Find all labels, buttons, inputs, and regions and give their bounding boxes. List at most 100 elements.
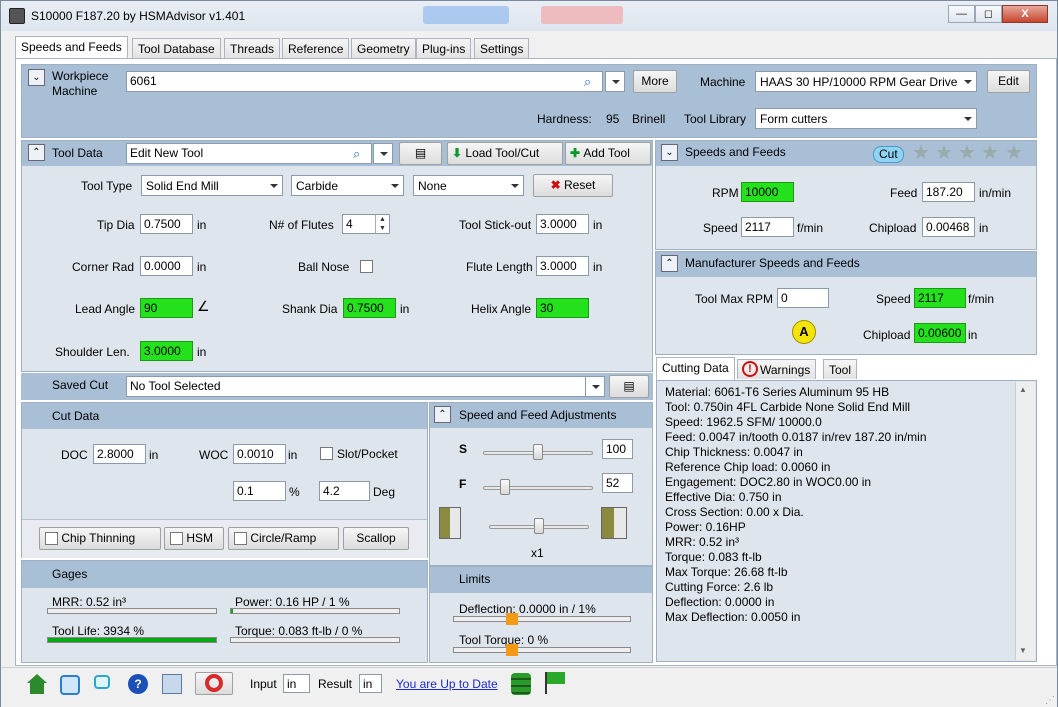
- manufacturer-collapse-button[interactable]: ⌃: [661, 255, 678, 272]
- minimize-button[interactable]: —: [948, 5, 975, 23]
- tool-type-select[interactable]: Solid End Mill: [141, 175, 283, 196]
- helix-angle-input[interactable]: 30: [536, 298, 589, 318]
- tool-material-select[interactable]: Carbide: [291, 175, 404, 196]
- lead-angle-label: Lead Angle: [75, 302, 136, 316]
- calculator-icon[interactable]: [162, 674, 182, 694]
- rating-star-4-icon[interactable]: ★: [981, 143, 999, 163]
- warning-icon: !: [742, 361, 758, 377]
- tool-name-input[interactable]: Edit New Tool: [126, 143, 372, 164]
- tool-data-collapse-button[interactable]: ⌃: [28, 144, 45, 161]
- tab-tool[interactable]: Tool: [823, 359, 858, 379]
- result-units-field[interactable]: in: [359, 674, 382, 693]
- ball-nose-checkbox[interactable]: [360, 260, 373, 273]
- circle-ramp-checkbox[interactable]: [234, 532, 247, 546]
- rating-star-1-icon[interactable]: ★: [912, 143, 930, 163]
- mfr-chipload-label: Chipload: [863, 328, 911, 342]
- restore-button[interactable]: ◻: [975, 5, 1002, 23]
- tab-warnings[interactable]: ! Warnings: [737, 359, 817, 379]
- circle-ramp-toggle[interactable]: Circle/Ramp: [228, 527, 339, 550]
- material-input[interactable]: 6061: [126, 71, 603, 92]
- tab-geometry[interactable]: Geometry: [351, 38, 416, 58]
- input-units-field[interactable]: in: [283, 674, 310, 693]
- hsm-toggle[interactable]: HSM: [164, 527, 224, 550]
- scroll-up-icon[interactable]: ▲: [1019, 385, 1027, 394]
- chipload-unit: in: [979, 221, 989, 235]
- database-icon[interactable]: [511, 673, 531, 695]
- saved-cut-input[interactable]: No Tool Selected: [126, 376, 604, 397]
- tab-settings[interactable]: Settings: [474, 38, 530, 58]
- engagement-angle-input[interactable]: 4.2: [319, 481, 370, 501]
- coating-select[interactable]: None: [413, 175, 524, 196]
- close-button[interactable]: X: [1002, 5, 1048, 23]
- cutting-data-scrollbar[interactable]: [1015, 382, 1035, 660]
- slot-pocket-checkbox[interactable]: [320, 447, 333, 460]
- saved-cut-label: Saved Cut: [52, 378, 109, 392]
- multiplier-slider-thumb[interactable]: [534, 518, 544, 534]
- tool-search-icon[interactable]: ⌕: [353, 146, 360, 162]
- reset-button[interactable]: ✖ Reset: [533, 174, 613, 197]
- feed-adjust-input[interactable]: 52: [602, 473, 633, 493]
- flag-icon[interactable]: [545, 672, 567, 694]
- doc-input[interactable]: 2.8000: [93, 444, 146, 464]
- update-status-link[interactable]: You are Up to Date: [396, 677, 498, 691]
- hsm-checkbox[interactable]: [170, 532, 183, 546]
- search-icon[interactable]: ⌕: [584, 74, 591, 90]
- rpm-value[interactable]: 10000: [741, 182, 794, 202]
- flutes-stepper-arrows[interactable]: ▲ ▼: [375, 215, 389, 233]
- woc-input[interactable]: 0.0010: [233, 444, 286, 464]
- tab-plug-ins[interactable]: Plug-ins: [416, 38, 472, 58]
- help-icon[interactable]: ?: [128, 674, 148, 694]
- chat-icon[interactable]: [94, 675, 110, 689]
- lead-angle-input[interactable]: 90: [140, 298, 193, 318]
- resize-grip-icon[interactable]: ⋰: [1045, 695, 1055, 706]
- scroll-down-icon[interactable]: ▼: [1019, 646, 1027, 655]
- scallop-button[interactable]: Scallop: [343, 527, 409, 550]
- forum-icon[interactable]: [60, 675, 80, 695]
- tool-clipboard-button[interactable]: ▤: [399, 142, 442, 165]
- speed-adjust-input[interactable]: 100: [602, 439, 633, 459]
- rating-star-2-icon[interactable]: ★: [935, 143, 953, 163]
- flute-length-input[interactable]: 3.0000: [536, 256, 589, 276]
- mfr-speed-input[interactable]: 2117: [914, 288, 966, 308]
- shank-dia-input[interactable]: 0.7500: [343, 298, 396, 318]
- rating-star-5-icon[interactable]: ★: [1005, 143, 1023, 163]
- saved-cut-dropdown-button[interactable]: [585, 376, 605, 397]
- adjustments-collapse-button[interactable]: ⌃: [434, 406, 451, 423]
- tool-library-select[interactable]: Form cutters: [755, 108, 977, 129]
- speeds-feeds-collapse-button[interactable]: ⌄: [661, 144, 678, 161]
- workpiece-collapse-button[interactable]: ⌄: [28, 69, 45, 86]
- speed-slider-thumb[interactable]: [533, 444, 543, 460]
- feed-value[interactable]: 187.20: [922, 182, 975, 202]
- tab-reference[interactable]: Reference: [282, 38, 350, 58]
- machine-edit-button[interactable]: Edit: [987, 70, 1030, 93]
- tip-dia-label: Tip Dia: [97, 218, 135, 232]
- tab-cutting-data[interactable]: Cutting Data: [656, 357, 735, 380]
- tab-speeds-and-feeds[interactable]: Speeds and Feeds: [15, 36, 128, 58]
- saved-cut-clipboard-button[interactable]: ▤: [609, 375, 649, 398]
- tool-max-rpm-input[interactable]: 0: [777, 288, 829, 308]
- corner-rad-input[interactable]: 0.0000: [140, 256, 193, 276]
- shoulder-len-input[interactable]: 3.0000: [140, 341, 193, 361]
- tip-dia-input[interactable]: 0.7500: [140, 214, 193, 234]
- tab-tool-database[interactable]: Tool Database: [132, 38, 221, 58]
- feed-slider-thumb[interactable]: [500, 479, 510, 495]
- chipload-value[interactable]: 0.00468: [922, 217, 975, 237]
- mfr-chipload-unit: in: [968, 328, 978, 342]
- add-tool-button[interactable]: ✚ Add Tool: [565, 142, 651, 165]
- woc-percent-input[interactable]: 0.1: [233, 481, 286, 501]
- mfr-chipload-input[interactable]: 0.00600: [914, 323, 966, 343]
- speed-value[interactable]: 2117: [741, 217, 794, 237]
- tab-threads[interactable]: Threads: [224, 38, 281, 58]
- lifebuoy-button[interactable]: [195, 672, 233, 695]
- stickout-input[interactable]: 3.0000: [536, 214, 589, 234]
- material-dropdown-button[interactable]: [605, 71, 625, 92]
- chip-thinning-checkbox[interactable]: [45, 532, 58, 546]
- load-tool-cut-button[interactable]: ⬇ Load Tool/Cut: [447, 142, 563, 165]
- tool-name-dropdown-button[interactable]: [373, 143, 393, 164]
- cut-badge[interactable]: Cut: [873, 146, 904, 163]
- rating-star-3-icon[interactable]: ★: [958, 143, 976, 163]
- chip-thinning-toggle[interactable]: Chip Thinning: [39, 527, 161, 550]
- more-button[interactable]: More: [633, 70, 677, 93]
- limits-title: Limits: [459, 572, 491, 586]
- machine-select[interactable]: HAAS 30 HP/10000 RPM Gear Drive: [755, 71, 977, 92]
